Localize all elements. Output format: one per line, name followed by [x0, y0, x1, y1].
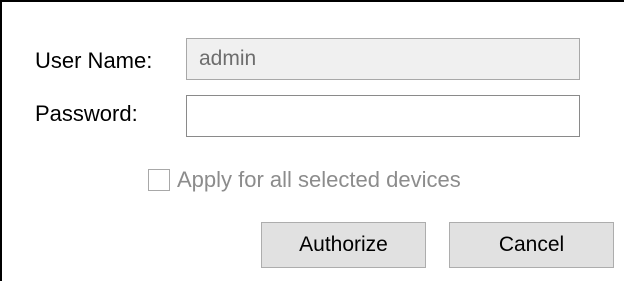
dialog-border-top	[0, 0, 624, 2]
username-field[interactable]	[186, 38, 580, 80]
password-field[interactable]	[186, 95, 580, 137]
cancel-button[interactable]: Cancel	[449, 222, 614, 268]
apply-all-checkbox[interactable]	[148, 169, 170, 191]
password-label: Password:	[35, 101, 138, 126]
apply-all-checkbox-row[interactable]: Apply for all selected devices	[148, 165, 461, 195]
apply-all-label: Apply for all selected devices	[177, 167, 461, 192]
username-label: User Name:	[35, 48, 153, 73]
dialog-border-left	[0, 0, 2, 281]
login-dialog: User Name: Password: Apply for all selec…	[0, 0, 624, 281]
authorize-button[interactable]: Authorize	[261, 222, 426, 268]
